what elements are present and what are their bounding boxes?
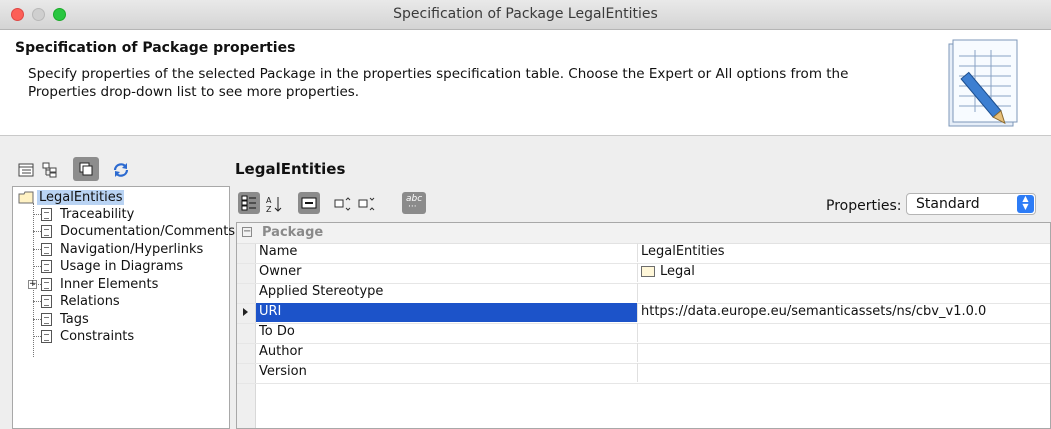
tree-item-usage-in-diagrams[interactable]: Usage in Diagrams [60, 259, 183, 276]
tree-connector [33, 231, 41, 232]
folder-icon [18, 191, 34, 204]
updown-chevron-icon: ▲ ▼ [1017, 195, 1034, 213]
property-name: Author [259, 344, 303, 359]
abc-filter-button[interactable]: abc ··· [402, 192, 426, 214]
property-row-author[interactable]: Author [237, 343, 1050, 364]
document-icon [41, 313, 52, 326]
window-titlebar: Specification of Package LegalEntities [0, 0, 1051, 30]
document-icon [41, 260, 52, 273]
property-row-to-do[interactable]: To Do [237, 323, 1050, 344]
ellipsis-icon: ··· [408, 202, 417, 212]
collapse-all-icon[interactable] [358, 195, 376, 213]
property-name: Applied Stereotype [259, 284, 384, 299]
expand-all-icon[interactable] [334, 195, 352, 213]
tree-connector [33, 301, 41, 302]
panel-title: LegalEntities [235, 160, 346, 178]
category-row-package[interactable]: − Package [237, 223, 1050, 244]
tree-connector [33, 319, 41, 320]
property-row-owner[interactable]: Owner Legal [237, 263, 1050, 284]
dialog-body: LegalEntities Traceability Documentation… [0, 136, 1051, 429]
properties-table[interactable]: − Package Name LegalEntities Owner Legal… [236, 222, 1051, 429]
tree-item-root[interactable]: LegalEntities [37, 190, 125, 205]
property-row-version[interactable]: Version [237, 363, 1050, 384]
refresh-icon[interactable] [112, 161, 130, 179]
document-icon [41, 208, 52, 221]
tree-connector [33, 214, 41, 215]
tree-item-tags[interactable]: Tags [60, 312, 89, 329]
tree-connector [33, 284, 41, 285]
dialog-header: Specification of Package properties Spec… [0, 30, 1051, 136]
tree-item-traceability[interactable]: Traceability [60, 207, 134, 224]
property-name: Name [259, 244, 298, 259]
category-label: Package [262, 225, 324, 240]
svg-text:Z: Z [266, 205, 272, 213]
property-name: URI [259, 304, 282, 319]
tree-connector [33, 336, 41, 337]
row-pointer-icon [243, 308, 248, 316]
document-icon [41, 225, 52, 238]
property-row-uri[interactable]: URI https://data.europe.eu/semanticasset… [237, 303, 1050, 324]
property-value[interactable]: LegalEntities [641, 244, 724, 259]
categorized-view-button[interactable] [238, 192, 260, 214]
properties-dropdown[interactable]: Standard ▲ ▼ [906, 193, 1036, 215]
sort-alphabetical-icon[interactable]: A Z [266, 195, 284, 213]
property-name: Owner [259, 264, 302, 279]
property-value[interactable]: Legal [660, 264, 695, 279]
tree-item-relations[interactable]: Relations [60, 294, 120, 311]
collapse-icon[interactable]: − [242, 227, 252, 237]
tree-view-icon[interactable] [41, 161, 59, 179]
document-icon [41, 278, 52, 291]
tree-connector [33, 249, 41, 250]
document-icon [41, 330, 52, 343]
window-title: Specification of Package LegalEntities [393, 6, 658, 22]
property-row-name[interactable]: Name LegalEntities [237, 243, 1050, 264]
compact-view-button[interactable] [73, 157, 99, 181]
property-row-applied-stereotype[interactable]: Applied Stereotype [237, 283, 1050, 304]
property-name: To Do [259, 324, 295, 339]
document-icon [41, 243, 52, 256]
header-description: Specify properties of the selected Packa… [28, 66, 849, 100]
categorized-icon [241, 195, 256, 211]
property-name: Version [259, 364, 307, 379]
collapse-icon [301, 197, 317, 209]
tree-item-constraints[interactable]: Constraints [60, 329, 134, 346]
svg-text:A: A [266, 196, 272, 205]
specification-tree[interactable]: LegalEntities Traceability Documentation… [12, 186, 235, 429]
collapse-button[interactable] [298, 192, 320, 214]
header-title: Specification of Package properties [15, 40, 296, 56]
document-icon [41, 295, 52, 308]
tree-item-documentation[interactable]: Documentation/Comments [60, 224, 235, 241]
tree-item-inner-elements[interactable]: Inner Elements [60, 277, 158, 294]
specification-pencil-icon [948, 39, 1018, 127]
property-value[interactable]: https://data.europe.eu/semanticassets/ns… [641, 304, 986, 319]
properties-dropdown-value: Standard [916, 196, 980, 212]
tree-connector [33, 266, 41, 267]
windows-icon [79, 162, 93, 176]
package-icon [641, 266, 655, 277]
properties-label: Properties: [826, 198, 902, 214]
tree-item-navigation[interactable]: Navigation/Hyperlinks [60, 242, 203, 259]
list-view-icon[interactable] [17, 161, 35, 179]
